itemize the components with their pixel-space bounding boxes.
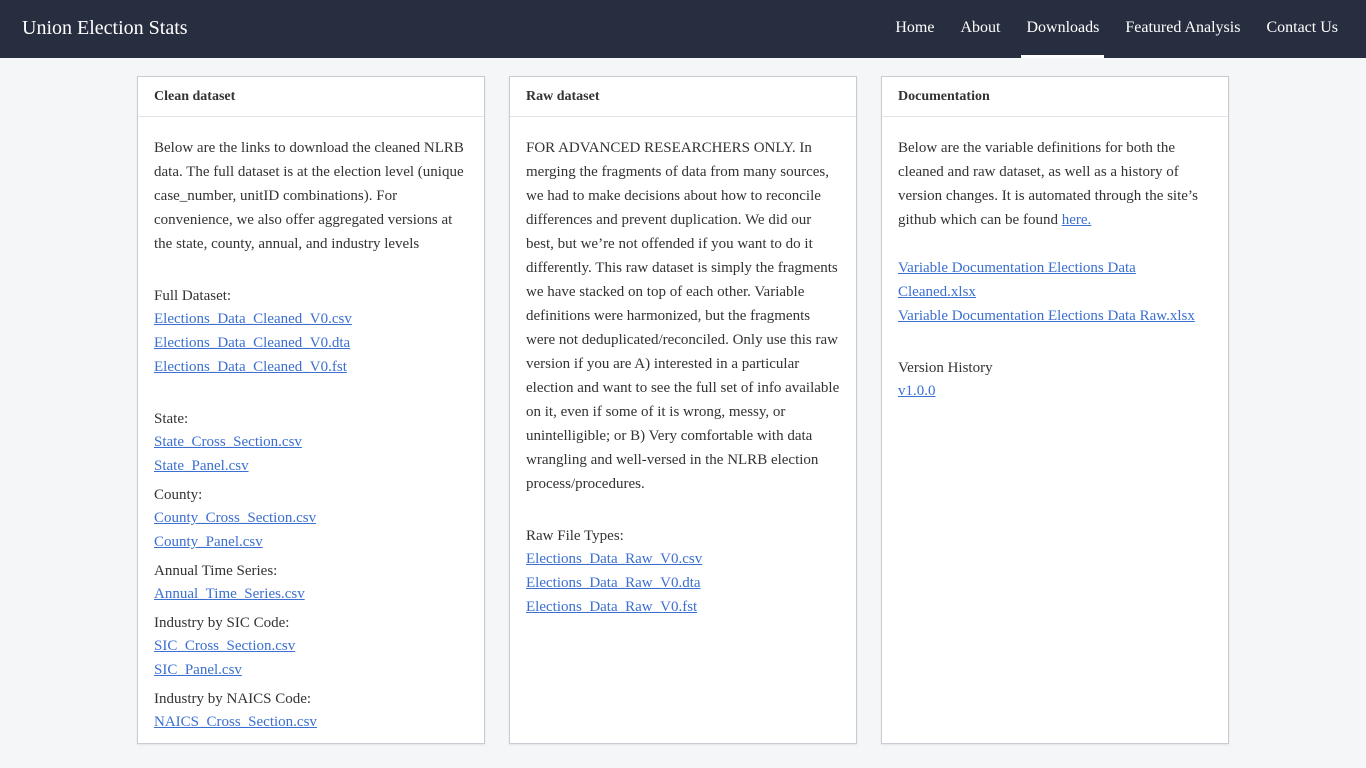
version-history-group: Version History v1.0.0 <box>898 357 1212 403</box>
naics-label: Industry by NAICS Code: <box>154 691 312 707</box>
full-dataset-label: Full Dataset: <box>154 288 232 304</box>
raw-dataset-title: Raw dataset <box>510 77 856 117</box>
version-link[interactable]: v1.0.0 <box>898 379 1212 403</box>
naics-cross-section-link[interactable]: NAICS_Cross_Section.csv <box>154 710 468 734</box>
sic-label: Industry by SIC Code: <box>154 615 290 631</box>
clean-dataset-body: Below are the links to download the clea… <box>138 117 484 734</box>
docs-intro-sentence: Below are the variable definitions for b… <box>898 140 1198 228</box>
nav-links: Home About Downloads Featured Analysis C… <box>882 0 1366 58</box>
clean-dataset-title: Clean dataset <box>138 77 484 117</box>
state-group: State: State_Cross_Section.csv State_Pan… <box>154 408 468 478</box>
state-panel-link[interactable]: State_Panel.csv <box>154 454 468 478</box>
nav-contact-us[interactable]: Contact Us <box>1253 0 1366 58</box>
nav-home[interactable]: Home <box>882 0 947 58</box>
county-cross-section-link[interactable]: County_Cross_Section.csv <box>154 506 468 530</box>
county-label: County: <box>154 487 203 503</box>
site-brand[interactable]: Union Election Stats <box>22 17 188 40</box>
raw-dataset-panel: Raw dataset FOR ADVANCED RESEARCHERS ONL… <box>509 76 857 744</box>
raw-doc-link[interactable]: Variable Documentation Elections Data Ra… <box>898 304 1212 328</box>
annual-label: Annual Time Series: <box>154 563 278 579</box>
raw-fst-link[interactable]: Elections_Data_Raw_V0.fst <box>526 595 840 619</box>
annual-group: Annual Time Series: Annual_Time_Series.c… <box>154 560 468 606</box>
naics-group: Industry by NAICS Code: NAICS_Cross_Sect… <box>154 688 468 734</box>
version-history-label: Version History <box>898 360 993 376</box>
raw-file-types-group: Raw File Types: Elections_Data_Raw_V0.cs… <box>526 525 840 619</box>
sic-group: Industry by SIC Code: SIC_Cross_Section.… <box>154 612 468 682</box>
county-panel-link[interactable]: County_Panel.csv <box>154 530 468 554</box>
documentation-body: Below are the variable definitions for b… <box>882 117 1228 403</box>
raw-dta-link[interactable]: Elections_Data_Raw_V0.dta <box>526 571 840 595</box>
annual-time-series-link[interactable]: Annual_Time_Series.csv <box>154 582 468 606</box>
clean-dataset-panel: Clean dataset Below are the links to dow… <box>137 76 485 744</box>
raw-file-types-label: Raw File Types: <box>526 528 624 544</box>
raw-dataset-body: FOR ADVANCED RESEARCHERS ONLY. In mergin… <box>510 117 856 619</box>
nav-featured-analysis[interactable]: Featured Analysis <box>1112 0 1253 58</box>
sic-cross-section-link[interactable]: SIC_Cross_Section.csv <box>154 634 468 658</box>
nav-about[interactable]: About <box>947 0 1013 58</box>
docs-files-group: Variable Documentation Elections Data Cl… <box>898 256 1212 328</box>
full-csv-link[interactable]: Elections_Data_Cleaned_V0.csv <box>154 307 468 331</box>
state-label: State: <box>154 411 189 427</box>
raw-csv-link[interactable]: Elections_Data_Raw_V0.csv <box>526 547 840 571</box>
full-dataset-group: Full Dataset: Elections_Data_Cleaned_V0.… <box>154 285 468 379</box>
github-here-link[interactable]: here. <box>1062 212 1092 228</box>
raw-intro-text: FOR ADVANCED RESEARCHERS ONLY. In mergin… <box>526 140 840 492</box>
documentation-title: Documentation <box>882 77 1228 117</box>
sic-panel-link[interactable]: SIC_Panel.csv <box>154 658 468 682</box>
top-navbar: Union Election Stats Home About Download… <box>0 0 1366 58</box>
nav-downloads[interactable]: Downloads <box>1021 0 1105 58</box>
full-fst-link[interactable]: Elections_Data_Cleaned_V0.fst <box>154 355 468 379</box>
full-dta-link[interactable]: Elections_Data_Cleaned_V0.dta <box>154 331 468 355</box>
docs-intro-text: Below are the variable definitions for b… <box>898 136 1212 232</box>
documentation-panel: Documentation Below are the variable def… <box>881 76 1229 744</box>
cleaned-doc-link[interactable]: Variable Documentation Elections Data Cl… <box>898 256 1212 304</box>
clean-intro-text: Below are the links to download the clea… <box>154 140 464 252</box>
county-group: County: County_Cross_Section.csv County_… <box>154 484 468 554</box>
state-cross-section-link[interactable]: State_Cross_Section.csv <box>154 430 468 454</box>
